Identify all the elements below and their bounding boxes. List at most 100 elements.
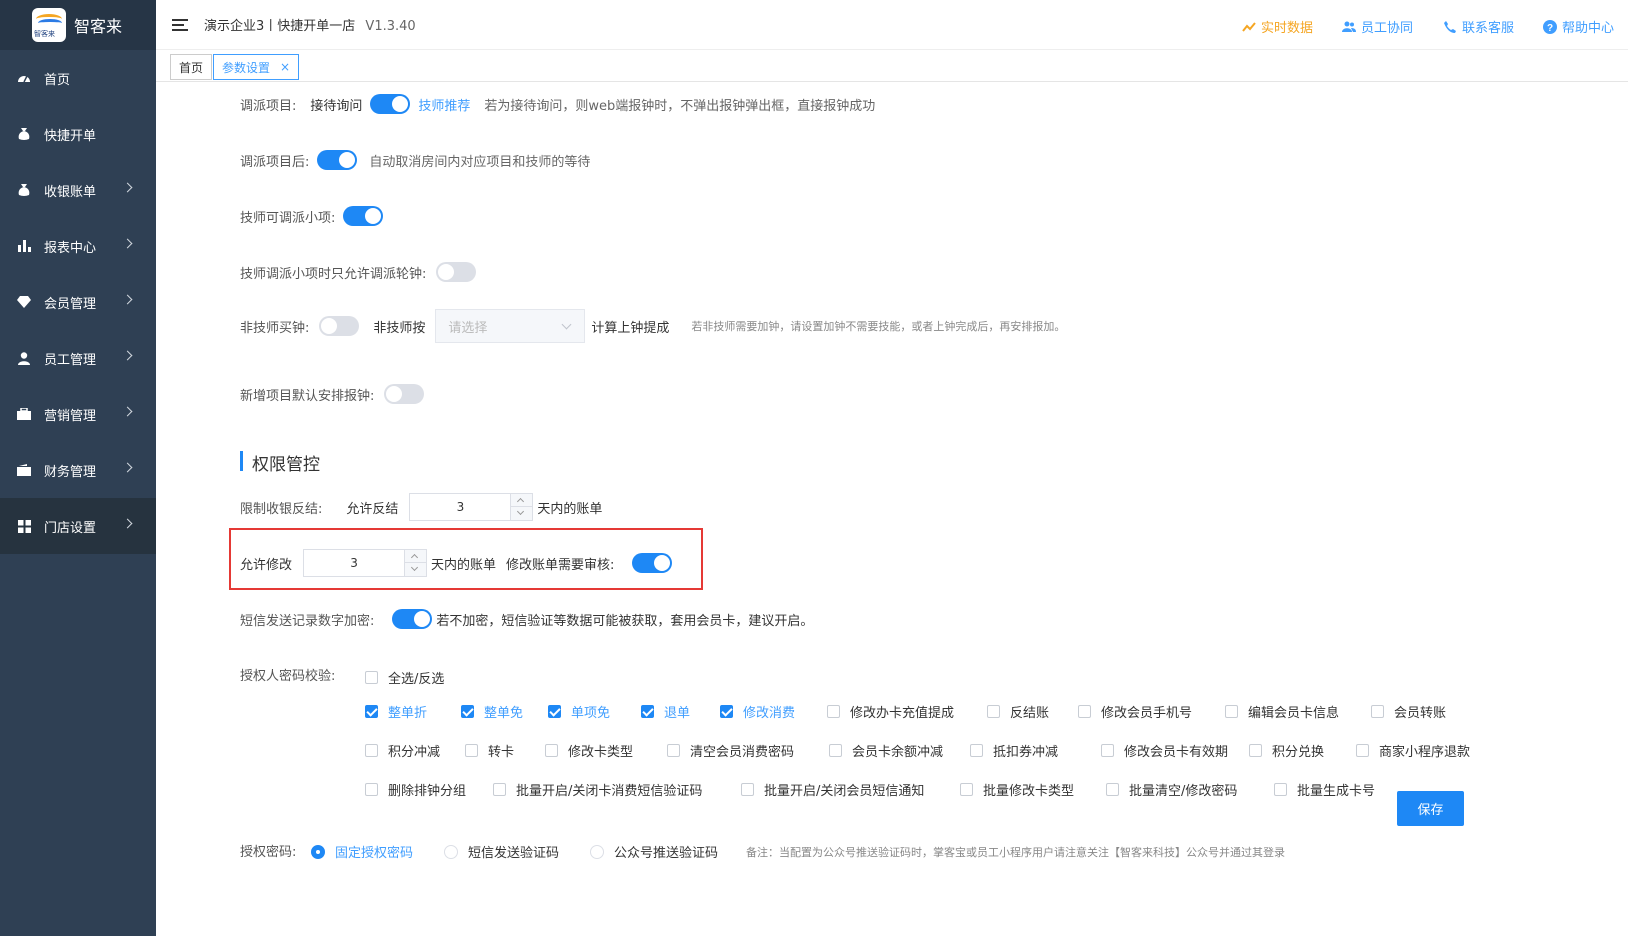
- diamond-icon: [16, 295, 32, 309]
- permission-checkbox[interactable]: 整单折: [365, 702, 427, 721]
- sidebar-item-label: 财务管理: [44, 464, 97, 480]
- realtime-data-label: 实时数据: [1261, 21, 1314, 36]
- tech-dispatch-rotate-switch[interactable]: [436, 262, 477, 282]
- after-dispatch-switch[interactable]: [317, 150, 358, 170]
- non-tech-buy-label: 非技师买钟:: [240, 320, 310, 336]
- sidebar-item-quick-order[interactable]: 快捷开单: [0, 106, 156, 162]
- close-icon[interactable]: ×: [280, 60, 290, 74]
- tech-dispatch-rotate-row: 技师调派小项时只允许调派轮钟:: [240, 262, 477, 282]
- sidebar-item-home[interactable]: 首页: [0, 50, 156, 106]
- auth-pwd-sms-radio[interactable]: 短信发送验证码: [444, 842, 559, 861]
- permission-checkbox[interactable]: 修改会员卡有效期: [1101, 741, 1228, 760]
- commission-select[interactable]: 请选择: [435, 309, 586, 343]
- permission-checkbox[interactable]: 删除排钟分组: [365, 780, 466, 799]
- users-icon: [1342, 21, 1356, 32]
- permission-checkbox[interactable]: 修改会员手机号: [1078, 702, 1192, 721]
- permission-checkbox[interactable]: 积分冲减: [365, 741, 440, 760]
- permission-checkbox[interactable]: 批量开启/关闭会员短信通知: [741, 780, 924, 799]
- reverse-days-value: 3: [456, 500, 465, 514]
- topbar: 演示企业3丨快捷开单一店 V1.3.40 实时数据 员工协同 联系客服 ? 帮助…: [156, 0, 1628, 50]
- checkbox-label: 修改卡类型: [568, 745, 634, 760]
- chevron-down-icon: [561, 319, 572, 330]
- sidebar-item-store-settings[interactable]: 门店设置: [0, 498, 156, 554]
- permission-checkbox[interactable]: 修改卡类型: [545, 741, 633, 760]
- save-button[interactable]: 保存: [1397, 791, 1464, 826]
- permission-checkbox[interactable]: 修改消费: [720, 702, 795, 721]
- checkbox-label: 积分兑换: [1272, 745, 1325, 760]
- checkbox-label: 批量开启/关闭会员短信通知: [764, 784, 925, 799]
- sidebar-item-reports[interactable]: 报表中心: [0, 218, 156, 274]
- checkbox-label: 编辑会员卡信息: [1248, 706, 1340, 721]
- checkbox-label: 会员卡余额冲减: [852, 745, 944, 760]
- stepper-buttons[interactable]: [404, 550, 428, 576]
- permission-checkbox[interactable]: 转卡: [465, 741, 514, 760]
- tab-home[interactable]: 首页: [170, 54, 213, 80]
- permission-checkbox[interactable]: 单项免: [548, 702, 610, 721]
- modify-audit-switch[interactable]: [632, 553, 673, 573]
- contact-service-link[interactable]: 联系客服: [1443, 17, 1514, 36]
- checkbox-label: 修改办卡充值提成: [850, 706, 955, 721]
- checkbox-box: [970, 744, 983, 757]
- bar-chart-icon: [16, 239, 32, 253]
- new-item-default-switch[interactable]: [384, 384, 425, 404]
- dispatch-item-switch[interactable]: [370, 94, 411, 114]
- sms-encrypt-switch[interactable]: [392, 609, 433, 629]
- checkbox-label: 修改会员手机号: [1101, 706, 1193, 721]
- sidebar-item-bills[interactable]: 收银账单: [0, 162, 156, 218]
- sidebar: 智客来 智客来 首页 快捷开单 收银账单 报表中心 会员管理 员工管理 营销管理…: [0, 0, 156, 936]
- select-all-checkbox[interactable]: 全选/反选: [365, 668, 444, 687]
- menu-toggle-icon[interactable]: [172, 18, 188, 32]
- auth-pwd-fixed-radio[interactable]: 固定授权密码: [311, 842, 413, 861]
- checkbox-box: [545, 744, 558, 757]
- permission-checkbox[interactable]: 批量清空/修改密码: [1106, 780, 1237, 799]
- auth-check-row: 授权人密码校验:: [240, 665, 335, 684]
- modify-days-stepper[interactable]: 3: [303, 549, 428, 577]
- sidebar-item-label: 首页: [44, 72, 71, 88]
- checkbox-box: [987, 705, 1000, 718]
- reverse-days-stepper[interactable]: 3: [409, 493, 534, 521]
- permission-checkbox[interactable]: 整单免: [461, 702, 523, 721]
- sidebar-item-finance[interactable]: 财务管理: [0, 442, 156, 498]
- checkbox-box: [667, 744, 680, 757]
- tech-dispatch-small-switch[interactable]: [343, 206, 384, 226]
- sidebar-item-staff[interactable]: 员工管理: [0, 330, 156, 386]
- dispatch-item-hint: 若为接待询问，则web端报钟时，不弹出报钟弹出框，直接报钟成功: [484, 98, 876, 114]
- auth-pwd-wechat-radio[interactable]: 公众号推送验证码: [590, 842, 718, 861]
- permission-checkbox[interactable]: 退单: [641, 702, 690, 721]
- permission-checkbox[interactable]: 抵扣券冲减: [970, 741, 1058, 760]
- new-item-default-row: 新增项目默认安排报钟:: [240, 384, 425, 404]
- permission-checkbox[interactable]: 清空会员消费密码: [667, 741, 794, 760]
- non-tech-by-label: 非技师按: [373, 320, 426, 336]
- non-tech-buy-switch[interactable]: [319, 316, 360, 336]
- realtime-data-link[interactable]: 实时数据: [1242, 17, 1313, 36]
- permission-checkbox[interactable]: 反结账: [987, 702, 1049, 721]
- permission-checkbox[interactable]: 会员转账: [1371, 702, 1446, 721]
- stepper-buttons[interactable]: [510, 494, 534, 520]
- permission-checkbox[interactable]: 批量生成卡号: [1274, 780, 1375, 799]
- staff-collab-link[interactable]: 员工协同: [1342, 17, 1413, 36]
- auth-pwd-note: 备注：当配置为公众号推送验证码时，掌客宝或员工小程序用户请注意关注【智客来科技】…: [746, 846, 1285, 859]
- permission-checkbox[interactable]: 积分兑换: [1249, 741, 1324, 760]
- permission-checkbox[interactable]: 会员卡余额冲减: [829, 741, 943, 760]
- logo-text: 智客来: [74, 17, 123, 36]
- tab-param-settings[interactable]: 参数设置 ×: [213, 54, 300, 80]
- chevron-right-icon: [122, 350, 133, 361]
- chevron-down-icon: [517, 507, 525, 516]
- permission-checkbox[interactable]: 商家小程序退款: [1356, 741, 1470, 760]
- tab-bar: 首页 参数设置 ×: [156, 50, 1628, 82]
- permission-checkbox[interactable]: 批量修改卡类型: [960, 780, 1074, 799]
- sidebar-item-label: 收银账单: [44, 184, 97, 200]
- chevron-right-icon: [122, 518, 133, 529]
- checkbox-label: 整单折: [388, 706, 428, 721]
- sidebar-item-marketing[interactable]: 营销管理: [0, 386, 156, 442]
- checkbox-box: [1274, 783, 1287, 796]
- permission-checkbox[interactable]: 批量开启/关闭卡消费短信验证码: [493, 780, 702, 799]
- checkbox-label: 批量清空/修改密码: [1129, 784, 1238, 799]
- help-center-link[interactable]: ? 帮助中心: [1543, 17, 1614, 36]
- permission-checkbox[interactable]: 修改办卡充值提成: [827, 702, 954, 721]
- modify-audit-label: 修改账单需要审核:: [506, 557, 615, 573]
- tech-recommend-option: 技师推荐: [418, 98, 471, 114]
- sidebar-item-members[interactable]: 会员管理: [0, 274, 156, 330]
- permission-checkbox[interactable]: 编辑会员卡信息: [1225, 702, 1339, 721]
- radio-button: [590, 844, 604, 859]
